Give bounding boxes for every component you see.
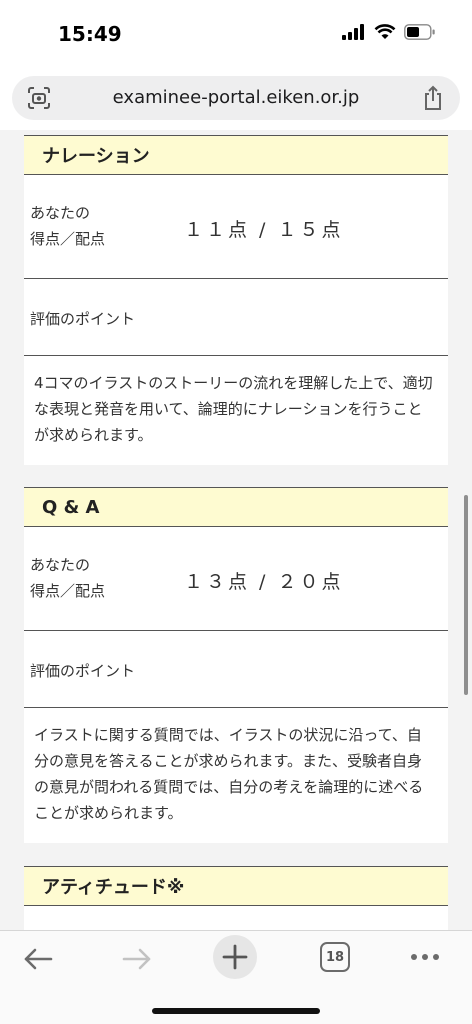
- point-row: 評価のポイント: [24, 631, 448, 708]
- section-title: Q & A: [24, 487, 448, 527]
- tab-count: 18: [325, 949, 345, 965]
- point-row: 評価のポイント: [24, 279, 448, 356]
- page-content: ナレーション あなたの 得点／配点 １１点 / １５点 評価のポイント 4コマの…: [0, 130, 472, 930]
- section-qa: Q & A あなたの 得点／配点 １３点 / ２０点 評価のポイント イラストに…: [24, 487, 448, 843]
- back-arrow-icon[interactable]: [22, 945, 54, 973]
- score-value: １３点 / ２０点: [184, 571, 344, 593]
- share-icon[interactable]: [422, 84, 444, 112]
- point-label: 評価のポイント: [30, 310, 136, 328]
- status-bar: 15:49: [0, 0, 472, 70]
- score-label-line2: 得点／配点: [30, 230, 106, 248]
- score-row: あなたの 得点／配点 １３点 / ２０点: [24, 527, 448, 631]
- status-time: 15:49: [58, 22, 122, 46]
- scrollbar[interactable]: [464, 495, 468, 695]
- score-row: あなたの 得点／配点 １１点 / １５点: [24, 175, 448, 279]
- score-label-line1: あなたの: [30, 204, 91, 222]
- point-label: 評価のポイント: [30, 662, 136, 680]
- forward-arrow-icon[interactable]: [121, 945, 153, 973]
- home-indicator: [152, 1008, 320, 1014]
- address-bar[interactable]: examinee-portal.eiken.or.jp: [12, 76, 460, 120]
- new-tab-button[interactable]: [213, 935, 257, 979]
- more-icon[interactable]: [410, 949, 440, 965]
- wifi-icon: [374, 24, 396, 39]
- section-title: ナレーション: [24, 135, 448, 175]
- plus-icon: [222, 944, 248, 970]
- signal-icon: [342, 24, 364, 40]
- status-icons: [342, 24, 436, 40]
- section-narration: ナレーション あなたの 得点／配点 １１点 / １５点 評価のポイント 4コマの…: [24, 135, 448, 465]
- section-title: アティチュード※: [24, 866, 448, 906]
- tabs-icon[interactable]: 18: [320, 942, 350, 972]
- section-description: 4コマのイラストのストーリーの流れを理解した上で、適切な表現と発音を用いて、論理…: [34, 374, 433, 444]
- score-value: １１点 / １５点: [184, 219, 344, 241]
- section-attitude: アティチュード※: [24, 866, 448, 930]
- battery-icon: [404, 24, 435, 40]
- section-description: イラストに関する質問では、イラストの状況に沿って、自分の意見を答えることが求めら…: [34, 726, 424, 822]
- score-label-line2: 得点／配点: [30, 582, 106, 600]
- score-label-line1: あなたの: [30, 556, 91, 574]
- url-text[interactable]: examinee-portal.eiken.or.jp: [12, 87, 460, 108]
